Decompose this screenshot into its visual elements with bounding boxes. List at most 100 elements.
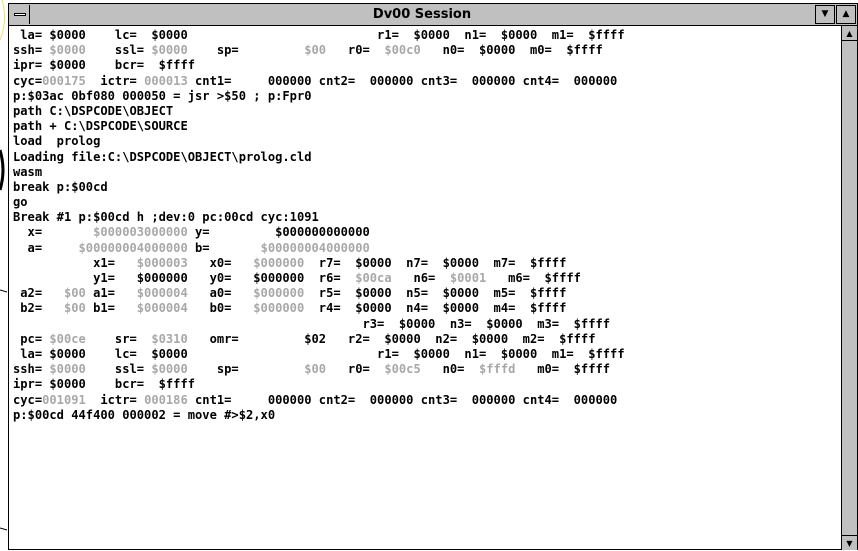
console-text: r0= [326, 43, 385, 58]
dim-value: $00c5 [384, 362, 421, 377]
console-text: cyc= [13, 392, 43, 407]
console-line: Loading file:C:\DSPCODE\OBJECT\prolog.cl… [13, 150, 841, 165]
console-text: ictr= [85, 392, 145, 407]
dim-value: $00000004000000 [78, 240, 188, 255]
console-line: a2= $00 a1= $000004 a0= $000000 r5= $000… [13, 286, 841, 301]
session-window: Dv00 Session ▼ ▲ la= $0000 lc= $0000 r1=… [8, 3, 858, 550]
console-line: break p:$00cd [13, 180, 841, 195]
console-text: ssl= [85, 362, 152, 377]
dim-value: $00ca [355, 271, 392, 285]
dim-value: $00 [63, 301, 86, 316]
console-text: r3= $0000 n3= $0000 m3= $ffff [13, 316, 611, 331]
dim-value: $fffd [479, 362, 516, 377]
console-line: pc= $00ce sr= $0310 omr= $02 r2= $0000 n… [13, 332, 841, 347]
console-text: m0= $ffff [515, 362, 611, 377]
console-line: la= $0000 lc= $0000 r1= $0000 n1= $0000 … [13, 347, 841, 362]
console-text: ssh= [13, 43, 50, 58]
dim-value: $00 [304, 362, 327, 377]
scroll-up-button[interactable]: ▲ [842, 26, 857, 41]
dim-value: 000175 [42, 73, 86, 88]
dim-value: $0000 [49, 362, 86, 377]
window-title: Dv00 Session [372, 7, 472, 22]
dim-value: 001091 [42, 392, 86, 407]
console-text: Loading file:C:\DSPCODE\OBJECT\prolog.cl… [13, 149, 312, 164]
console-text: ictr= [85, 73, 145, 88]
console-text: break p:$00cd [13, 179, 108, 194]
console-line: Break #1 p:$00cd h ;dev:0 pc:00cd cyc:10… [13, 210, 841, 225]
console-line: y1= $000000 y0= $000000 r6= $00ca n6= $0… [13, 271, 841, 286]
console-text: omr= $02 r2= $0000 n2= $0000 m2= $ffff [187, 331, 596, 346]
dim-value: $000004 [136, 301, 188, 316]
console-text: n0= $0000 m0= $ffff [420, 43, 603, 58]
console-line: path C:\DSPCODE\OBJECT [13, 104, 841, 119]
console-text: Break #1 p:$00cd h ;dev:0 pc:00cd cyc:10… [13, 210, 319, 225]
dim-value: $00c0 [384, 43, 421, 58]
dim-value: $000000 [253, 255, 305, 270]
console-text: x1= [13, 255, 137, 270]
console-line: wasm [13, 165, 841, 180]
console-line: ssh= $0000 ssl= $0000 sp= $00 r0= $00c5 … [13, 362, 841, 377]
console-text: sp= [187, 362, 305, 377]
console-text: m6= $ffff [486, 271, 581, 285]
dim-value: $00 [63, 286, 86, 301]
console-text: p:$00cd 44f400 000002 = move #>$2,x0 [13, 407, 276, 422]
console-text: pc= [13, 331, 50, 346]
console-text: n6= [391, 271, 450, 285]
console-line: cyc=000175 ictr= 000013 cnt1= 000000 cnt… [13, 74, 841, 89]
dim-value: $00 [304, 43, 327, 58]
dim-value: $0001 [449, 271, 487, 285]
console-text: b2= [13, 301, 64, 316]
console-text: x0= [187, 255, 254, 270]
console-line: go [13, 195, 841, 210]
console-line: p:$00cd 44f400 000002 = move #>$2,x0 [13, 408, 841, 423]
maximize-button[interactable]: ▲ [836, 5, 856, 24]
console-line: ipr= $0000 bcr= $ffff [13, 58, 841, 73]
console-line: la= $0000 lc= $0000 r1= $0000 n1= $0000 … [13, 28, 841, 43]
dim-value: $000003 [136, 255, 188, 270]
dim-value: $000000 [253, 286, 305, 301]
console-text: y= $000000000000 [187, 225, 370, 240]
console-text: path + C:\DSPCODE\SOURCE [13, 119, 188, 134]
console-text: path C:\DSPCODE\OBJECT [13, 103, 174, 118]
scroll-down-button[interactable]: ▼ [842, 535, 857, 550]
console-text: load prolog [13, 134, 101, 149]
minimize-button[interactable]: ▼ [815, 5, 835, 24]
console-text: r4= $0000 n4= $0000 m4= $ffff [304, 301, 567, 316]
vertical-scrollbar[interactable]: ▲ ▼ [841, 26, 857, 550]
console-text: cnt1= 000000 cnt2= 000000 cnt3= 000000 c… [187, 392, 618, 407]
console-text: r7= $0000 n7= $0000 m7= $ffff [304, 255, 567, 270]
console-output[interactable]: la= $0000 lc= $0000 r1= $0000 n1= $0000 … [9, 26, 841, 550]
console-text: wasm [13, 164, 43, 179]
console-line: x= $000003000000 y= $000000000000 [13, 225, 841, 240]
console-text: la= $0000 lc= $0000 r1= $0000 n1= $0000 … [13, 346, 625, 361]
system-menu-button[interactable] [10, 5, 30, 24]
console-text: sp= [187, 43, 305, 58]
console-text: go [13, 195, 28, 210]
console-text: b= [187, 240, 261, 255]
dim-value: $0000 [49, 43, 86, 58]
console-text: ssl= [85, 43, 152, 58]
console-text: ipr= $0000 bcr= $ffff [13, 377, 196, 392]
console-text: cyc= [13, 73, 43, 88]
dim-value: $00000004000000 [260, 240, 370, 255]
console-line: x1= $000003 x0= $000000 r7= $0000 n7= $0… [13, 256, 841, 271]
console-text: y1= $000000 y0= $000000 r6= [13, 271, 356, 285]
dim-value: 000013 [144, 73, 188, 88]
console-line: ssh= $0000 ssl= $0000 sp= $00 r0= $00c0 … [13, 43, 841, 58]
console-text: a2= [13, 286, 64, 301]
console-text: cnt1= 000000 cnt2= 000000 cnt3= 000000 c… [187, 73, 618, 88]
dim-value: $0000 [151, 43, 188, 58]
console-text: ipr= $0000 bcr= $ffff [13, 58, 196, 73]
dim-value: $0000 [151, 362, 188, 377]
console-text: p:$03ac 0bf080 000050 = jsr >$50 ; p:Fpr… [13, 88, 312, 103]
console-line: p:$03ac 0bf080 000050 = jsr >$50 ; p:Fpr… [13, 89, 841, 104]
console-line: load prolog [13, 134, 841, 149]
console-line: cyc=001091 ictr= 000186 cnt1= 000000 cnt… [13, 393, 841, 408]
dim-value: $0310 [151, 331, 188, 346]
console-text: a1= [85, 286, 137, 301]
console-text: ssh= [13, 362, 50, 377]
console-text: b0= [187, 301, 254, 316]
dim-value: $000004 [136, 286, 188, 301]
console-line: path + C:\DSPCODE\SOURCE [13, 119, 841, 134]
title-bar[interactable]: Dv00 Session ▼ ▲ [9, 4, 857, 26]
